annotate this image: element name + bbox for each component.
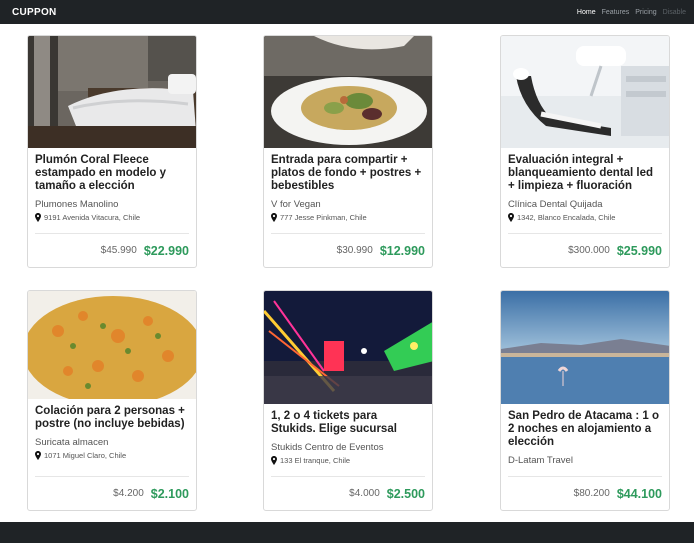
- address-text: 9191 Avenida Vitacura, Chile: [44, 213, 141, 222]
- address: 9191 Avenida Vitacura, Chile: [35, 213, 189, 222]
- address: 1342, Blanco Encalada, Chile: [508, 213, 662, 222]
- navbar: CUPPON Home Features Pricing Disable: [0, 0, 694, 24]
- merchant-name: V for Vegan: [271, 199, 321, 210]
- deal-card[interactable]: Plumón Coral Fleece estampado en modelo …: [27, 35, 197, 268]
- address-text: 777 Jesse Pinkman, Chile: [280, 213, 367, 222]
- map-pin-icon: [508, 213, 514, 222]
- new-price: $22.990: [143, 243, 189, 258]
- merchant-name: Suricata almacen: [35, 437, 109, 448]
- address: 133 El tranque, Chile: [271, 456, 425, 465]
- old-price: $80.200: [573, 488, 610, 499]
- deal-title[interactable]: San Pedro de Atacama : 1 o 2 noches en a…: [508, 410, 662, 449]
- dental-chair-photo[interactable]: [501, 36, 669, 148]
- new-price: $2.500: [386, 486, 425, 501]
- deal-card[interactable]: Entrada para compartir + platos de fondo…: [263, 35, 433, 268]
- old-price: $45.990: [100, 245, 137, 256]
- flamingo-lake-photo[interactable]: [501, 291, 669, 404]
- nav-links: Home Features Pricing Disable: [577, 9, 686, 16]
- map-pin-icon: [271, 213, 277, 222]
- price-row: $4.000 $2.500: [271, 476, 425, 510]
- page-footer: [0, 522, 694, 543]
- address-text: 1071 Miguel Claro, Chile: [44, 451, 127, 460]
- new-price: $2.100: [150, 486, 189, 501]
- merchant-name: Stukids Centro de Eventos: [271, 442, 384, 453]
- merchant-name: D-Latam Travel: [508, 455, 573, 466]
- nav-link-features[interactable]: Features: [602, 9, 630, 16]
- deal-title[interactable]: Plumón Coral Fleece estampado en modelo …: [35, 154, 189, 193]
- address: 1071 Miguel Claro, Chile: [35, 451, 189, 460]
- nav-link-disabled: Disable: [662, 8, 686, 16]
- map-pin-icon: [271, 456, 277, 465]
- deal-card[interactable]: 1, 2 o 4 tickets para Stukids. Elige suc…: [263, 290, 433, 511]
- deal-card[interactable]: Evaluación integral + blanqueamiento den…: [500, 35, 670, 268]
- price-row: $45.990 $22.990: [35, 233, 189, 267]
- map-pin-icon: [35, 213, 41, 222]
- deal-title[interactable]: Entrada para compartir + platos de fondo…: [271, 154, 425, 193]
- price-row: $30.990 $12.990: [271, 233, 425, 267]
- deal-title[interactable]: Evaluación integral + blanqueamiento den…: [508, 154, 662, 193]
- nav-link-pricing[interactable]: Pricing: [635, 9, 656, 16]
- curry-dish-photo[interactable]: [28, 291, 196, 399]
- nav-link-home[interactable]: Home: [577, 9, 596, 16]
- map-pin-icon: [35, 451, 41, 460]
- merchant-name: Plumones Manolino: [35, 199, 119, 210]
- price-row: $80.200 $44.100: [508, 476, 662, 510]
- new-price: $44.100: [616, 486, 662, 501]
- address-text: 1342, Blanco Encalada, Chile: [517, 213, 616, 222]
- address: 777 Jesse Pinkman, Chile: [271, 213, 425, 222]
- brand-logo[interactable]: CUPPON: [12, 7, 57, 18]
- price-row: $4.200 $2.100: [35, 476, 189, 510]
- salad-photo[interactable]: [264, 36, 432, 148]
- new-price: $12.990: [379, 243, 425, 258]
- deal-card[interactable]: San Pedro de Atacama : 1 o 2 noches en a…: [500, 290, 670, 511]
- deal-title[interactable]: Colación para 2 personas + postre (no in…: [35, 405, 189, 431]
- bedroom-photo[interactable]: [28, 36, 196, 148]
- price-row: $300.000 $25.990: [508, 233, 662, 267]
- address-text: 133 El tranque, Chile: [280, 456, 351, 465]
- fairground-photo[interactable]: [264, 291, 432, 404]
- old-price: $4.200: [113, 488, 144, 499]
- old-price: $30.990: [336, 245, 373, 256]
- old-price: $4.000: [349, 488, 380, 499]
- old-price: $300.000: [568, 245, 610, 256]
- new-price: $25.990: [616, 243, 662, 258]
- merchant-name: Clínica Dental Quijada: [508, 199, 603, 210]
- deal-card[interactable]: Colación para 2 personas + postre (no in…: [27, 290, 197, 511]
- deal-title[interactable]: 1, 2 o 4 tickets para Stukids. Elige suc…: [271, 410, 425, 436]
